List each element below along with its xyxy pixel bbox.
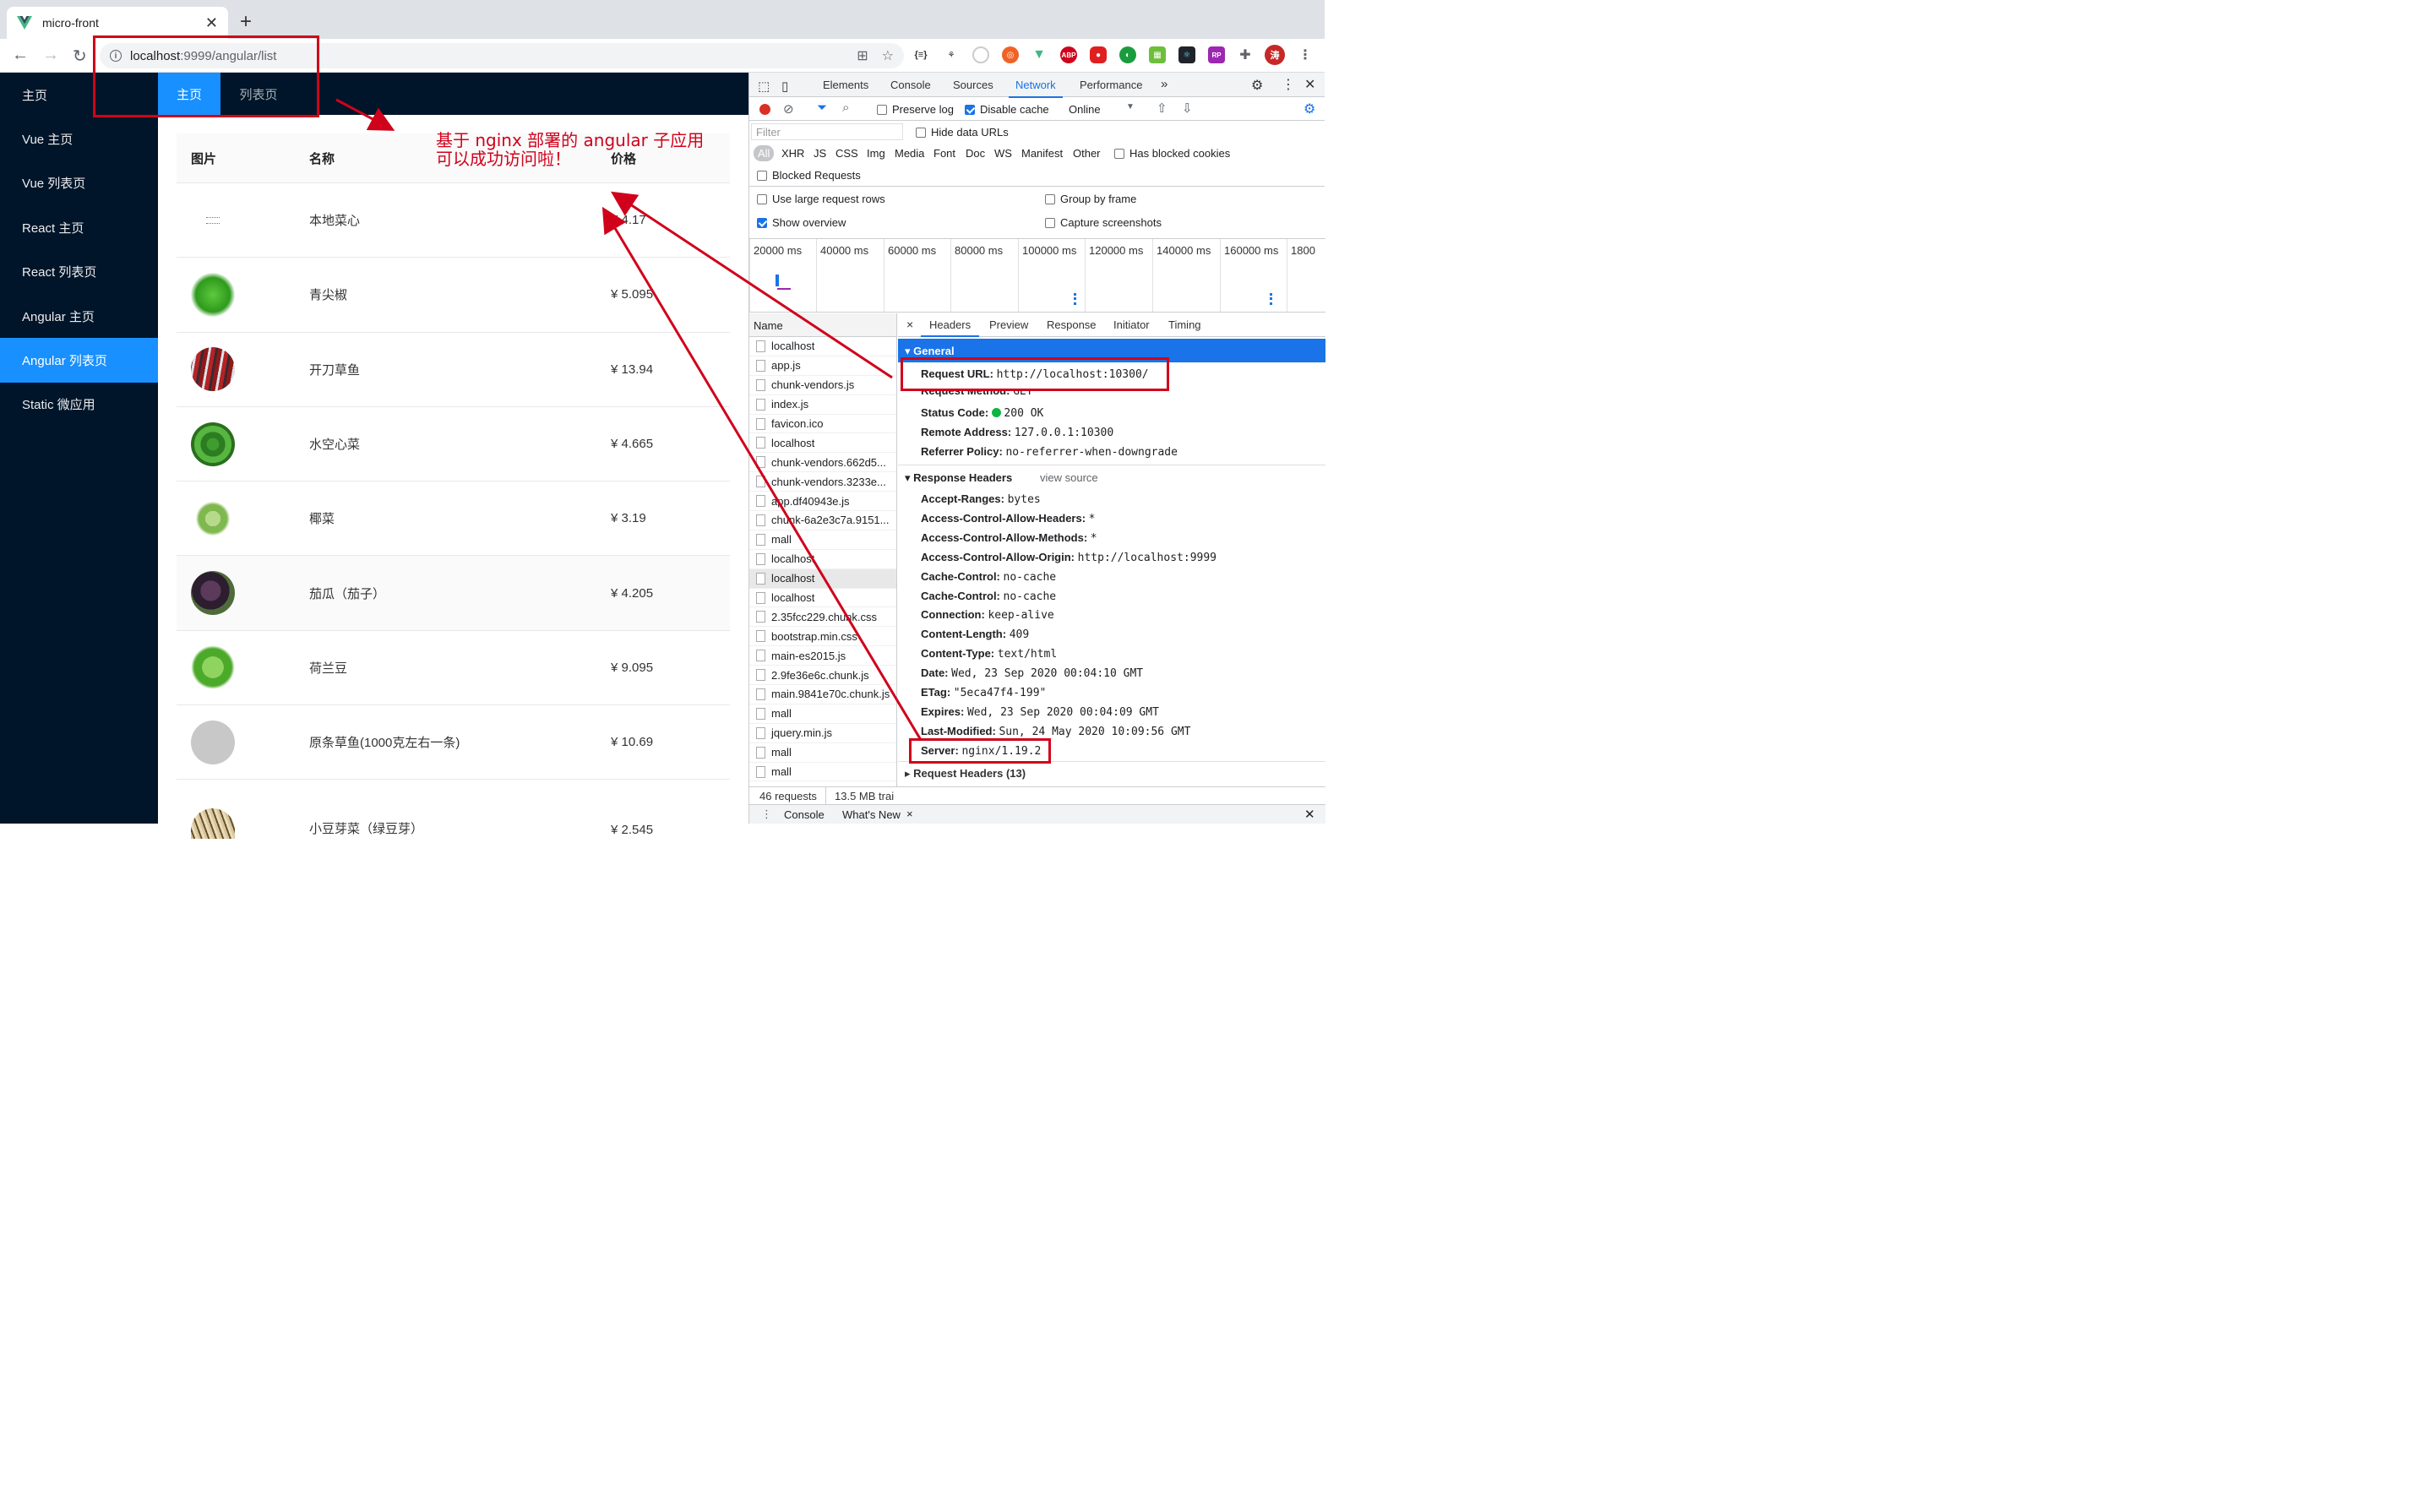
product-price: ¥ 2.545	[611, 823, 654, 838]
annotation-arrow	[335, 98, 395, 131]
annotation-arrow	[601, 206, 923, 741]
annotation-arrow	[610, 191, 893, 379]
annotation-arrows	[335, 98, 923, 741]
